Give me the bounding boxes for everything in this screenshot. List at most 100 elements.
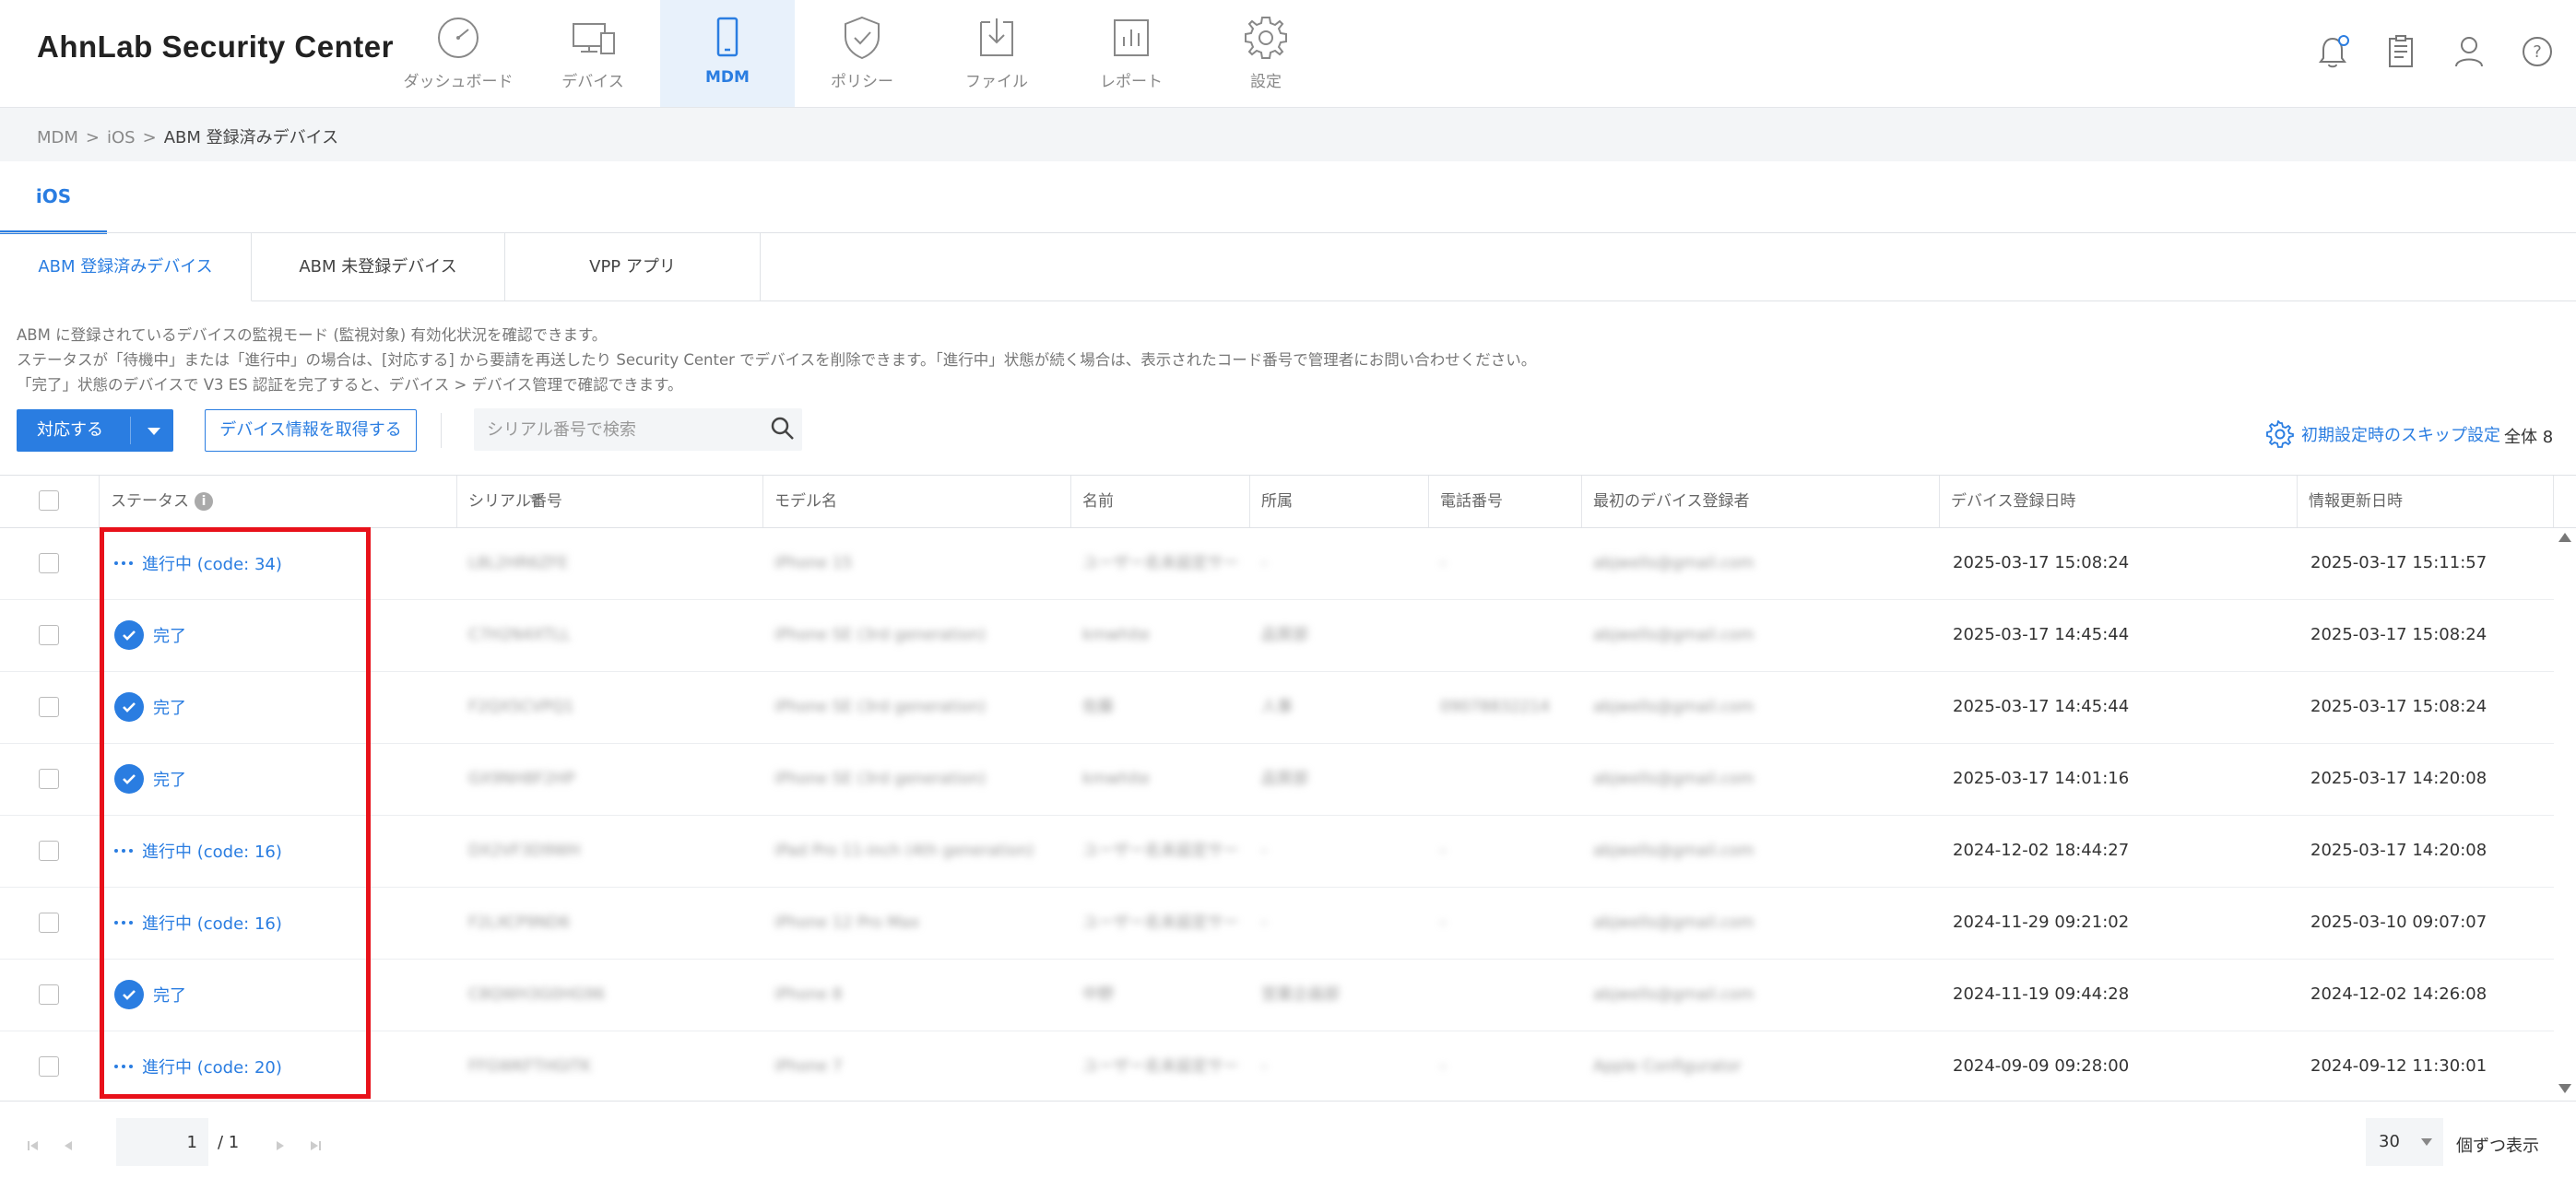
app-logo[interactable]: AhnLab Security Center [37,29,394,65]
updated-at-cell: 2025-03-17 15:11:57 [2310,553,2487,572]
registrar-cell: abjwells@gmail.com [1593,770,1755,788]
nav-files[interactable]: ファイル [929,0,1064,107]
status-cell[interactable]: 完了 [114,671,186,743]
chevron-down-icon [2421,1138,2432,1146]
per-page-select[interactable]: 30 [2366,1118,2443,1166]
row-checkbox[interactable] [39,841,59,861]
column-header-status[interactable]: ステータス i [100,476,543,527]
action-dropdown-button[interactable]: 対応する [17,409,173,452]
next-page-icon[interactable] [273,1138,288,1153]
help-icon[interactable]: ? [2517,31,2558,72]
row-checkbox[interactable] [39,553,59,573]
serial-search-input[interactable] [474,408,802,451]
nav-dashboard[interactable]: ダッシュボード [391,0,526,107]
status-cell[interactable]: 完了 [114,959,186,1031]
table-row[interactable]: 完了 GX9NH8F2HP iPhone SE (3rd generation) km… [0,743,2554,816]
page-number-input[interactable] [116,1118,208,1166]
per-page-value: 30 [2379,1132,2400,1151]
page-description: ABM に登録されているデバイスの監視モード (監視対象) 有効化状況を確認でき… [17,323,1536,397]
scroll-down-icon[interactable] [2558,1084,2571,1093]
search-icon[interactable] [769,415,797,442]
status-cell[interactable]: 進行中 (code: 20) [114,1031,282,1099]
nav-devices[interactable]: デバイス [526,0,660,107]
nav-settings[interactable]: 設定 [1199,0,1333,107]
name-cell: ユーザー名未設定サー [1082,913,1239,932]
clipboard-icon[interactable] [2381,31,2421,72]
model-cell: iPhone SE (3rd generation) [774,626,987,644]
description-line: 「完了」状態のデバイスで V3 ES 認証を完了すると、デバイス > デバイス管… [17,376,683,394]
registrar-cell: Apple Configurator [1593,1057,1742,1076]
row-checkbox[interactable] [39,1056,59,1077]
table-scrollbar[interactable] [2554,527,2576,1099]
column-header-registered-at[interactable]: デバイス登録日時 [1940,476,2298,527]
tab-vpp-apps[interactable]: VPP アプリ [505,233,761,301]
registered-at-cell: 2025-03-17 15:08:24 [1953,553,2130,572]
status-cell[interactable]: 完了 [114,599,186,671]
column-header-name[interactable]: 名前 [1071,476,1250,527]
nav-policy[interactable]: ポリシー [795,0,929,107]
prev-page-icon[interactable] [61,1138,76,1153]
nav-report[interactable]: レポート [1064,0,1199,107]
scroll-up-icon[interactable] [2558,533,2571,542]
tab-abm-registered[interactable]: ABM 登録済みデバイス [0,233,252,301]
tab-abm-unregistered[interactable]: ABM 未登録デバイス [252,233,505,301]
serial-cell: GX9NH8F2HP [468,770,575,788]
column-header-serial[interactable]: シリアル番号 [457,476,763,527]
chevron-down-icon [148,428,160,435]
table-row[interactable]: 進行中 (code: 16) DX2VF3D9WH iPad Pro 11-inch… [0,815,2554,888]
skip-settings-link[interactable]: 初期設定時のスキップ設定 [2266,420,2500,448]
table-row[interactable]: 完了 C8QWH3G0HG96 iPhone 8 中野 営業企画部 abjwells@gm… [0,959,2554,1031]
total-count: 全体 8 [2504,428,2554,447]
user-icon[interactable] [2449,31,2489,72]
row-checkbox[interactable] [39,697,59,717]
breadcrumb-separator: > [142,128,157,147]
row-checkbox[interactable] [39,769,59,789]
table-row[interactable]: 完了 C7H2N4XTLL iPhone SE (3rd generation) km… [0,599,2554,672]
info-icon[interactable]: i [195,492,213,511]
group-cell: 品質部 [1261,626,1308,644]
table-row[interactable]: 進行中 (code: 20) FFGWKFTHGITK iPhone 7 ユーザー名未… [0,1031,2554,1099]
updated-at-cell: 2024-09-12 11:30:01 [2310,1056,2487,1076]
first-page-icon[interactable] [26,1138,41,1153]
table-row[interactable]: 進行中 (code: 34) L8L2HR6ZFE iPhone 15 ユーザー名未設… [0,527,2554,600]
column-header-group[interactable]: 所属 [1250,476,1429,527]
row-checkbox[interactable] [39,625,59,645]
sub-tab-divider [760,300,2576,301]
status-cell[interactable]: 進行中 (code: 16) [114,887,282,959]
row-checkbox[interactable] [39,984,59,1005]
select-all-checkbox[interactable] [39,490,59,511]
table-row[interactable]: 完了 F2QX5CVPQ1 iPhone SE (3rd generation) 佐藤… [0,671,2554,744]
fetch-device-info-button[interactable]: デバイス情報を取得する [205,409,417,452]
column-header-updated-at[interactable]: 情報更新日時 [2298,476,2554,527]
check-circle-icon [114,692,144,722]
breadcrumb-ios[interactable]: iOS [107,128,136,147]
name-cell: kmwhite [1082,770,1150,788]
model-cell: iPhone 15 [774,554,853,572]
table-row[interactable]: 進行中 (code: 16) F2LXCP9ND6 iPhone 12 Pro Ma… [0,887,2554,960]
breadcrumb-current: ABM 登録済みデバイス [163,128,339,147]
status-cell[interactable]: 完了 [114,743,186,815]
column-header-phone[interactable]: 電話番号 [1429,476,1582,527]
registered-at-cell: 2024-11-19 09:44:28 [1953,984,2130,1004]
devices-icon [573,23,615,54]
tab-ios[interactable]: iOS [0,166,107,234]
breadcrumb-mdm[interactable]: MDM [37,128,78,147]
registered-at-cell: 2024-12-02 18:44:27 [1953,841,2130,860]
last-page-icon[interactable] [308,1138,323,1153]
nav-devices-label: デバイス [561,73,624,91]
column-header-model[interactable]: モデル名 [763,476,1071,527]
registered-at-cell: 2025-03-17 14:45:44 [1953,625,2130,644]
registered-at-cell: 2025-03-17 14:45:44 [1953,697,2130,716]
model-cell: iPhone 7 [774,1057,843,1076]
row-checkbox[interactable] [39,913,59,933]
status-cell[interactable]: 進行中 (code: 16) [114,815,282,887]
nav-mdm[interactable]: MDM [660,0,795,107]
column-header-registrar[interactable]: 最初のデバイス登録者 [1582,476,1940,527]
bell-icon[interactable] [2312,31,2353,72]
model-cell: iPhone 8 [774,985,843,1004]
status-label: 進行中 (code: 20) [142,1058,282,1078]
serial-cell: F2LXCP9ND6 [468,913,571,932]
registrar-cell: abjwells@gmail.com [1593,842,1755,860]
page-total: / 1 [218,1133,240,1152]
status-cell[interactable]: 進行中 (code: 34) [114,527,282,599]
